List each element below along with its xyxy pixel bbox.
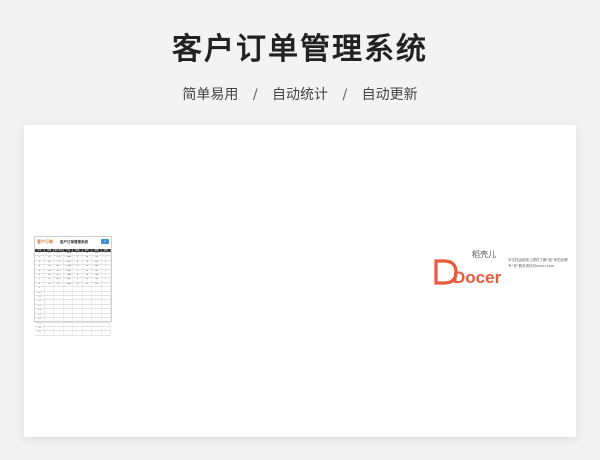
docer-brand-name: 稻壳儿: [472, 250, 496, 259]
table-cell: [44, 330, 55, 336]
spreadsheet-thumbnail[interactable]: 客户订单 客户订单管理系统 + 序号 日期 客户名称 产品 数量 单价 金额 状态 1 1/1 张…: [34, 236, 112, 336]
page-subtitle: 简单易用 / 自动统计 / 自动更新: [0, 84, 600, 104]
sheet-title: 客户订单管理系统: [60, 240, 88, 244]
table-body: 1 1/1 张三 产品A 10 20 200 √ 2 1/2 李四 产品B 5 30 150 √ 3 1/3 王五产…: [35, 252, 112, 336]
table-cell: [53, 330, 64, 336]
table-cell: 19: [35, 330, 45, 336]
table-row: 19: [35, 330, 112, 336]
table-cell: [91, 330, 102, 336]
docer-promo[interactable]: Docer 稻壳儿 本文档由稻壳儿提供了解“稻”你的品牌专“壳”服务请访问doc…: [434, 249, 574, 289]
docer-description: 本文档由稻壳儿提供了解“稻”你的品牌专“壳”服务请访问docer.com: [508, 258, 568, 268]
sheet-logo: 客户订单: [37, 239, 53, 244]
table-cell: [101, 330, 112, 336]
feature-3: 自动更新: [361, 87, 418, 103]
table-cell: [63, 330, 74, 336]
docer-logo-icon: Docer: [434, 259, 502, 287]
page-title: 客户订单管理系统: [172, 32, 428, 67]
table-cell: [72, 330, 83, 336]
preview-card: 客户订单 客户订单管理系统 + 序号 日期 客户名称 产品 数量 单价 金额 状态 1 1/1 张…: [24, 125, 576, 437]
sheet-add-button[interactable]: +: [101, 239, 109, 244]
feature-1: 简单易用: [182, 87, 239, 103]
order-table: 序号 日期 客户名称 产品 数量 单价 金额 状态 1 1/1 张三 产品A 10 20 200 √ 2 1/2…: [35, 249, 112, 336]
separator-1: /: [252, 87, 258, 103]
feature-2: 自动统计: [272, 87, 328, 103]
table-cell: [82, 330, 93, 336]
separator-2: /: [342, 87, 348, 103]
docer-wordmark-text: Docer: [453, 268, 502, 287]
